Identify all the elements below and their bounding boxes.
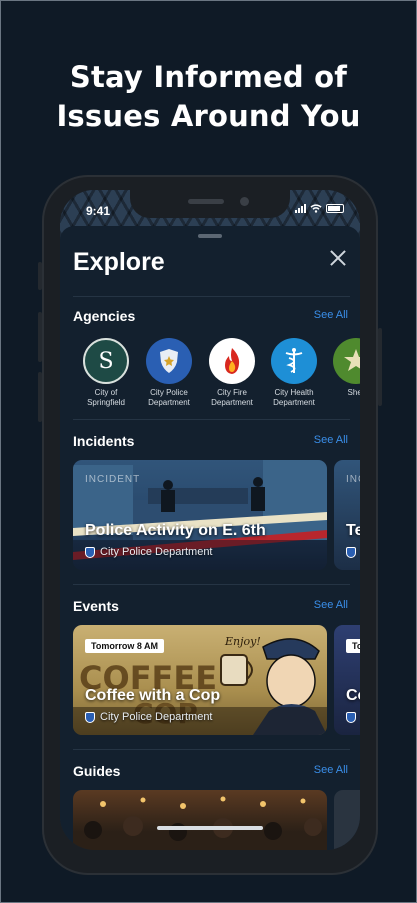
divider	[73, 749, 350, 750]
event-card[interactable]: COFFEE COP Enjoy! Tomorrow 8 AM Coffee w…	[73, 625, 327, 735]
agency-springfield[interactable]: S City of Springfield	[75, 338, 137, 408]
card-tag: INCIDENT	[85, 474, 141, 485]
phone-screen: 9:41 Explore Agencies See All S City of S…	[60, 190, 360, 850]
divider	[73, 296, 350, 297]
fire-icon	[209, 338, 255, 384]
events-title: Events	[73, 598, 119, 614]
events-carousel: COFFEE COP Enjoy! Tomorrow 8 AM Coffee w…	[60, 625, 360, 735]
agency-sheriff[interactable]: Sher	[325, 338, 360, 398]
explore-sheet: Explore Agencies See All S City of Spring…	[60, 226, 360, 850]
card-agency: City Police Department	[85, 546, 213, 558]
headline-line-2: Issues Around You	[56, 99, 361, 133]
events-see-all-link[interactable]: See All	[314, 599, 348, 611]
sheet-grabber[interactable]	[198, 234, 222, 238]
guide-card[interactable]	[73, 790, 327, 850]
incidents-carousel: INCIDENT Police Activity on E. 6th City …	[60, 460, 360, 570]
speaker-grill	[188, 199, 224, 204]
guide-illustration	[84, 796, 322, 841]
phone-mute-switch	[38, 262, 42, 290]
event-card[interactable]: To Co	[334, 625, 360, 735]
agency-city-fire[interactable]: City Fire Department	[201, 338, 263, 408]
incident-card[interactable]: INCIDENT Police Activity on E. 6th City …	[73, 460, 327, 570]
phone-notch	[130, 190, 290, 218]
art-enjoy-text: Enjoy!	[224, 635, 261, 648]
incidents-title: Incidents	[73, 433, 135, 449]
phone-volume-up	[38, 312, 42, 362]
status-time: 9:41	[86, 204, 111, 218]
agency-city-health[interactable]: City Health Department	[263, 338, 325, 408]
headline-line-1: Stay Informed of	[69, 60, 348, 94]
police-badge-icon	[146, 338, 192, 384]
agencies-see-all-link[interactable]: See All	[314, 309, 348, 321]
agency-name: City Police Department	[148, 388, 190, 407]
wifi-icon	[310, 204, 322, 213]
card-title: Police Activity on E. 6th	[85, 522, 266, 539]
front-camera	[240, 197, 249, 206]
status-icons	[295, 204, 344, 213]
agencies-title: Agencies	[73, 308, 136, 324]
agency-name: Sher	[347, 388, 360, 397]
springfield-seal-icon: S	[83, 338, 129, 384]
guides-see-all-link[interactable]: See All	[314, 764, 348, 776]
phone-volume-down	[38, 372, 42, 422]
page-title: Explore	[73, 248, 165, 276]
police-badge-icon	[346, 712, 356, 723]
card-title: Coffee with a Cop	[85, 687, 221, 704]
home-indicator[interactable]	[157, 826, 263, 830]
card-agency	[346, 712, 356, 723]
phone-power-button	[378, 328, 382, 406]
headline: Stay Informed of Issues Around You	[0, 58, 417, 136]
police-badge-icon	[85, 546, 95, 558]
divider	[73, 419, 350, 420]
police-badge-icon	[346, 547, 356, 558]
agency-name: City of Springfield	[87, 388, 125, 407]
agency-name: City Fire Department	[211, 388, 253, 407]
seal-letter: S	[98, 348, 114, 374]
event-time-pill: To	[346, 639, 360, 653]
card-agency-label: City Police Department	[100, 711, 213, 723]
battery-icon	[326, 204, 344, 213]
sheriff-star-icon	[333, 338, 360, 384]
guide-card[interactable]	[334, 790, 360, 850]
agency-city-police[interactable]: City Police Department	[138, 338, 200, 408]
card-agency-label: City Police Department	[100, 546, 213, 558]
card-title: Te	[346, 522, 360, 539]
card-tag: INC	[346, 474, 360, 485]
police-badge-icon	[85, 711, 95, 723]
agency-name: City Health Department	[273, 388, 315, 407]
caduceus-icon	[271, 338, 317, 384]
card-agency: City Police Department	[85, 711, 213, 723]
event-time-pill: Tomorrow 8 AM	[85, 639, 164, 653]
incident-card[interactable]: INC Te	[334, 460, 360, 570]
incidents-see-all-link[interactable]: See All	[314, 434, 348, 446]
cellular-signal-icon	[295, 204, 306, 213]
guides-title: Guides	[73, 763, 121, 779]
divider	[73, 584, 350, 585]
close-icon[interactable]	[328, 248, 348, 268]
card-title: Co	[346, 687, 360, 704]
card-agency	[346, 547, 356, 558]
